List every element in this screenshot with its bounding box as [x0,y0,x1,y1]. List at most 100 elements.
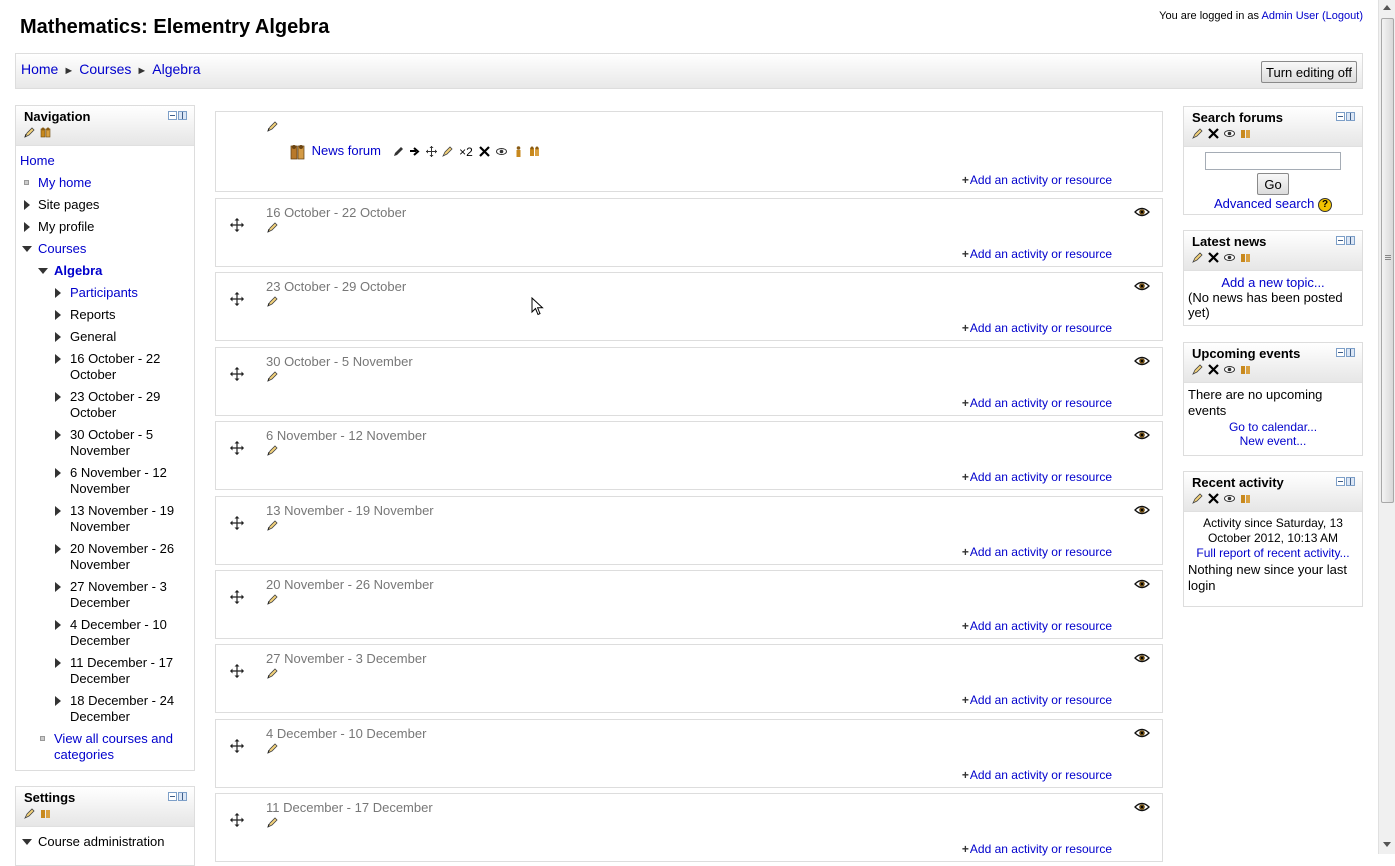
breadcrumb-home[interactable]: Home [21,61,58,77]
nav-section[interactable]: 27 November - 3 December [70,579,167,610]
add-activity-link[interactable]: +Add an activity or resource [962,321,1112,335]
collapse-arrow-icon[interactable] [22,839,32,845]
block-dock-controls[interactable] [168,792,188,802]
block-dock-controls[interactable] [168,111,188,121]
add-activity-label[interactable]: Add an activity or resource [970,396,1112,410]
expand-arrow-icon[interactable] [24,200,30,210]
vertical-scrollbar[interactable] [1378,0,1395,854]
group-mode-icon[interactable] [529,146,540,157]
nav-section[interactable]: 18 December - 24 December [70,693,174,724]
edit-summary-icon[interactable] [267,520,278,531]
edit-icon[interactable] [24,127,35,138]
edit-icon[interactable] [24,808,35,819]
expand-arrow-icon[interactable] [55,582,61,592]
add-activity-label[interactable]: Add an activity or resource [970,173,1112,187]
expand-arrow-icon[interactable] [55,544,61,554]
expand-arrow-icon[interactable] [55,332,61,342]
breadcrumb-courses[interactable]: Courses [79,61,131,77]
nav-section[interactable]: 16 October - 22 October [70,351,160,382]
expand-arrow-icon[interactable] [55,392,61,402]
move-section-icon[interactable] [230,813,244,832]
edit-summary-icon[interactable] [267,668,278,679]
right-arrow-icon[interactable] [409,146,420,157]
add-activity-label[interactable]: Add an activity or resource [970,545,1112,559]
assign-roles-icon[interactable] [1240,364,1251,375]
edit-summary-icon[interactable] [267,445,278,456]
move-section-icon[interactable] [230,218,244,237]
turn-editing-off-button[interactable]: Turn editing off [1261,61,1357,83]
eye-icon[interactable] [1134,280,1150,295]
block-dock-controls[interactable] [1336,236,1356,246]
expand-arrow-icon[interactable] [55,310,61,320]
move-section-icon[interactable] [230,739,244,758]
nav-section[interactable]: 23 October - 29 October [70,389,160,420]
nav-home[interactable]: Home [20,153,55,168]
collapse-arrow-icon[interactable] [38,268,48,274]
assign-roles-icon[interactable] [1240,493,1251,504]
expand-arrow-icon[interactable] [55,354,61,364]
eye-icon[interactable] [1134,578,1150,593]
duplicate-icon[interactable]: ×2 [459,146,473,158]
move-section-icon[interactable] [230,367,244,386]
assign-roles-icon[interactable] [1240,128,1251,139]
scrollbar-thumb[interactable] [1381,18,1394,503]
search-forums-input[interactable] [1205,152,1341,170]
edit-icon[interactable] [1192,493,1203,504]
add-activity-label[interactable]: Add an activity or resource [970,693,1112,707]
edit-settings-icon[interactable] [442,146,454,157]
search-go-button[interactable]: Go [1257,173,1289,195]
nav-my-profile[interactable]: My profile [38,219,94,234]
assign-roles-icon[interactable] [40,808,51,819]
add-activity-label[interactable]: Add an activity or resource [970,321,1112,335]
eye-icon[interactable] [496,146,508,157]
eye-icon[interactable] [1224,364,1236,375]
edit-summary-icon[interactable] [267,222,278,233]
eye-icon[interactable] [1134,429,1150,444]
edit-summary-icon[interactable] [267,371,278,382]
eye-icon[interactable] [1224,252,1236,263]
move-section-icon[interactable] [230,590,244,609]
delete-icon[interactable] [479,146,491,157]
new-event-link[interactable]: New event... [1240,434,1307,448]
add-activity-link[interactable]: +Add an activity or resource [962,470,1112,484]
eye-icon[interactable] [1224,128,1236,139]
assign-roles-icon[interactable] [40,127,51,138]
edit-icon[interactable] [1192,128,1203,139]
go-to-calendar-link[interactable]: Go to calendar... [1229,420,1317,434]
nav-section[interactable]: 20 November - 26 November [70,541,174,572]
add-activity-link[interactable]: +Add an activity or resource [962,693,1112,707]
move-section-icon[interactable] [230,516,244,535]
collapse-arrow-icon[interactable] [22,246,32,252]
nav-course-algebra[interactable]: Algebra [54,263,102,278]
breadcrumb-algebra[interactable]: Algebra [152,61,200,77]
eye-icon[interactable] [1224,493,1236,504]
expand-arrow-icon[interactable] [24,222,30,232]
block-dock-controls[interactable] [1336,348,1356,358]
move-icon[interactable] [425,146,437,158]
expand-arrow-icon[interactable] [55,430,61,440]
news-forum-link[interactable]: News forum [312,143,381,158]
delete-icon[interactable] [1208,492,1219,504]
move-section-icon[interactable] [230,664,244,683]
expand-arrow-icon[interactable] [55,696,61,706]
help-icon[interactable]: ? [1318,197,1333,212]
move-section-icon[interactable] [230,441,244,460]
assign-roles-icon[interactable] [1240,252,1251,263]
edit-summary-icon[interactable] [267,121,278,132]
edit-icon[interactable] [1192,252,1203,263]
nav-participants[interactable]: Participants [70,285,138,300]
user-link[interactable]: Admin User [1261,10,1318,22]
nav-my-home[interactable]: My home [38,175,91,190]
nav-general[interactable]: General [70,329,116,344]
logout-link[interactable]: (Logout) [1322,10,1363,22]
expand-arrow-icon[interactable] [55,506,61,516]
eye-icon[interactable] [1134,504,1150,519]
delete-icon[interactable] [1208,251,1219,263]
settings-course-administration[interactable]: Course administration [38,834,164,849]
scroll-up-arrow-icon[interactable] [1383,5,1391,10]
nav-courses[interactable]: Courses [38,241,86,256]
eye-icon[interactable] [1134,652,1150,667]
expand-arrow-icon[interactable] [55,468,61,478]
add-activity-label[interactable]: Add an activity or resource [970,470,1112,484]
add-new-topic-link[interactable]: Add a new topic... [1221,275,1324,290]
